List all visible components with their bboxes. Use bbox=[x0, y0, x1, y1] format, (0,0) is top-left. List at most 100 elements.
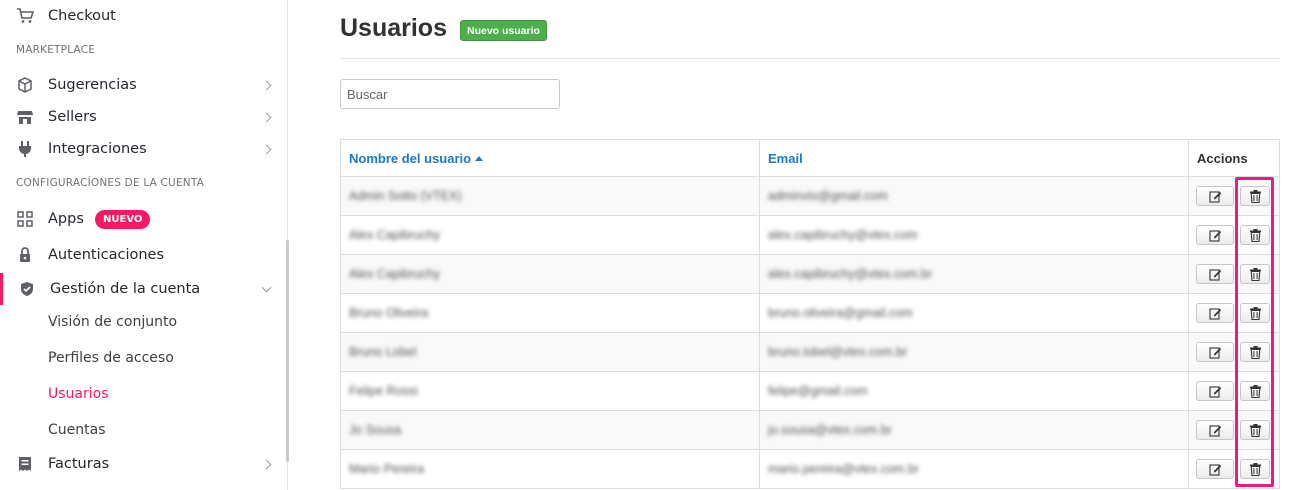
table-row: Admin Sotto (VTEX) adminvtx@gmail.com bbox=[341, 177, 1279, 216]
sort-ascending-icon bbox=[475, 155, 484, 161]
table-header-row: Nombre del usuario Email Accions bbox=[341, 140, 1279, 177]
edit-icon bbox=[1208, 424, 1222, 437]
edit-user-button[interactable] bbox=[1196, 225, 1234, 245]
table-row: Alex Capibruchy alex.capibruchy@vtex.com bbox=[341, 216, 1279, 255]
sidebar-item-sugerencias[interactable]: Sugerencias bbox=[0, 69, 286, 101]
user-email: bruno.lobel@vtex.com.br bbox=[768, 345, 908, 359]
sidebar-item-checkout[interactable]: Checkout bbox=[0, 0, 286, 32]
sidebar-item-autenticaciones[interactable]: Autenticaciones bbox=[0, 239, 286, 271]
section-header-account-config: CONFIGURACÍONES DE LA CUENTA bbox=[16, 177, 205, 189]
user-email-cell: alex.capibruchy@vtex.com bbox=[760, 216, 1189, 254]
sidebar: Checkout MARKETPLACE Sugerencias Sellers… bbox=[0, 0, 288, 490]
user-name: Admin Sotto (VTEX) bbox=[349, 189, 462, 203]
store-icon bbox=[16, 108, 34, 126]
edit-user-button[interactable] bbox=[1196, 303, 1234, 323]
user-name-cell: Admin Sotto (VTEX) bbox=[341, 177, 760, 215]
box-icon bbox=[16, 76, 34, 94]
edit-icon bbox=[1208, 463, 1222, 476]
chevron-right-icon bbox=[261, 112, 272, 122]
edit-user-button[interactable] bbox=[1196, 264, 1234, 284]
user-email-cell: mario.pereira@vtex.com.br bbox=[760, 450, 1189, 488]
new-badge: NUEVO bbox=[95, 210, 151, 229]
divider bbox=[340, 58, 1280, 59]
column-header-email[interactable]: Email bbox=[760, 140, 1189, 176]
users-table: Nombre del usuario Email Accions Admin S… bbox=[340, 139, 1280, 489]
user-email-cell: adminvtx@gmail.com bbox=[760, 177, 1189, 215]
table-row: Felipe Rossi felipe@gmail.com bbox=[341, 372, 1279, 411]
section-header-marketplace: MARKETPLACE bbox=[16, 44, 96, 56]
user-email-cell: jo.sousa@vtex.com.br bbox=[760, 411, 1189, 449]
user-email-cell: felipe@gmail.com bbox=[760, 372, 1189, 410]
chevron-right-icon bbox=[261, 459, 272, 469]
sidebar-item-integraciones[interactable]: Integraciones bbox=[0, 133, 286, 165]
edit-icon bbox=[1208, 268, 1222, 281]
user-email: alex.capibruchy@vtex.com.br bbox=[768, 267, 933, 281]
column-header-name[interactable]: Nombre del usuario bbox=[341, 140, 760, 176]
user-name: Alex Capibruchy bbox=[349, 267, 441, 281]
user-email: felipe@gmail.com bbox=[768, 384, 868, 398]
user-name-cell: Alex Capibruchy bbox=[341, 216, 760, 254]
user-name-cell: Jo Sousa bbox=[341, 411, 760, 449]
sidebar-subitem-vision[interactable]: Visión de conjunto bbox=[48, 314, 177, 330]
sidebar-subitem-perfiles[interactable]: Perfiles de acceso bbox=[48, 350, 174, 366]
column-header-actions: Accions bbox=[1189, 140, 1279, 176]
user-name-cell: Bruno Lobel bbox=[341, 333, 760, 371]
chevron-right-icon bbox=[261, 80, 272, 90]
user-name: Jo Sousa bbox=[349, 423, 402, 437]
column-header-label: Email bbox=[768, 150, 803, 166]
sidebar-item-label: Sugerencias bbox=[48, 77, 137, 93]
edit-icon bbox=[1208, 346, 1222, 359]
apps-grid-icon bbox=[16, 210, 34, 228]
sidebar-item-facturas[interactable]: Facturas bbox=[0, 448, 286, 480]
table-row: Bruno Lobel bruno.lobel@vtex.com.br bbox=[341, 333, 1279, 372]
sidebar-item-sellers[interactable]: Sellers bbox=[0, 101, 286, 133]
user-email-cell: alex.capibruchy@vtex.com.br bbox=[760, 255, 1189, 293]
search-input[interactable] bbox=[340, 79, 560, 109]
user-name: Felipe Rossi bbox=[349, 384, 418, 398]
new-user-button[interactable]: Nuevo usuario bbox=[460, 20, 547, 41]
user-name: Mario Pereira bbox=[349, 462, 425, 476]
cart-icon bbox=[16, 7, 34, 25]
edit-icon bbox=[1208, 229, 1222, 242]
user-name: Alex Capibruchy bbox=[349, 228, 441, 242]
user-name-cell: Alex Capibruchy bbox=[341, 255, 760, 293]
edit-user-button[interactable] bbox=[1196, 342, 1234, 362]
sidebar-item-label: Sellers bbox=[48, 109, 97, 125]
lock-icon bbox=[16, 246, 34, 264]
column-header-label: Accions bbox=[1197, 150, 1248, 166]
user-name-cell: Bruno Oliveira bbox=[341, 294, 760, 332]
user-name: Bruno Lobel bbox=[349, 345, 417, 359]
sidebar-item-label: Facturas bbox=[48, 456, 110, 472]
edit-user-button[interactable] bbox=[1196, 381, 1234, 401]
edit-user-button[interactable] bbox=[1196, 420, 1234, 440]
chevron-right-icon bbox=[261, 144, 272, 154]
invoice-icon bbox=[16, 455, 34, 473]
plug-icon bbox=[16, 140, 34, 158]
sidebar-item-label: Apps bbox=[48, 211, 84, 227]
sidebar-item-label: Integraciones bbox=[48, 141, 147, 157]
table-row: Alex Capibruchy alex.capibruchy@vtex.com.… bbox=[341, 255, 1279, 294]
sidebar-item-gestion-cuenta[interactable]: Gestión de la cuenta bbox=[0, 273, 286, 305]
user-name-cell: Mario Pereira bbox=[341, 450, 760, 488]
page-title: Usuarios bbox=[340, 14, 447, 42]
sidebar-subitem-usuarios[interactable]: Usuarios bbox=[48, 386, 109, 402]
user-email: jo.sousa@vtex.com.br bbox=[768, 423, 892, 437]
user-email: mario.pereira@vtex.com.br bbox=[768, 462, 919, 476]
table-row: Jo Sousa jo.sousa@vtex.com.br bbox=[341, 411, 1279, 450]
edit-user-button[interactable] bbox=[1196, 186, 1234, 206]
edit-icon bbox=[1208, 385, 1222, 398]
sidebar-item-label: Autenticaciones bbox=[48, 247, 165, 263]
user-email: bruno.oliveira@gmail.com bbox=[768, 306, 913, 320]
user-email-cell: bruno.lobel@vtex.com.br bbox=[760, 333, 1189, 371]
sidebar-scrollbar[interactable] bbox=[286, 240, 289, 462]
table-row: Mario Pereira mario.pereira@vtex.com.br bbox=[341, 450, 1279, 489]
sidebar-subitem-cuentas[interactable]: Cuentas bbox=[48, 422, 106, 438]
chevron-down-icon bbox=[261, 282, 272, 293]
edit-user-button[interactable] bbox=[1196, 459, 1234, 479]
sidebar-item-label: Checkout bbox=[48, 8, 116, 24]
user-email-cell: bruno.oliveira@gmail.com bbox=[760, 294, 1189, 332]
user-email: adminvtx@gmail.com bbox=[768, 189, 888, 203]
user-email: alex.capibruchy@vtex.com bbox=[768, 228, 918, 242]
edit-icon bbox=[1208, 307, 1222, 320]
user-name-cell: Felipe Rossi bbox=[341, 372, 760, 410]
